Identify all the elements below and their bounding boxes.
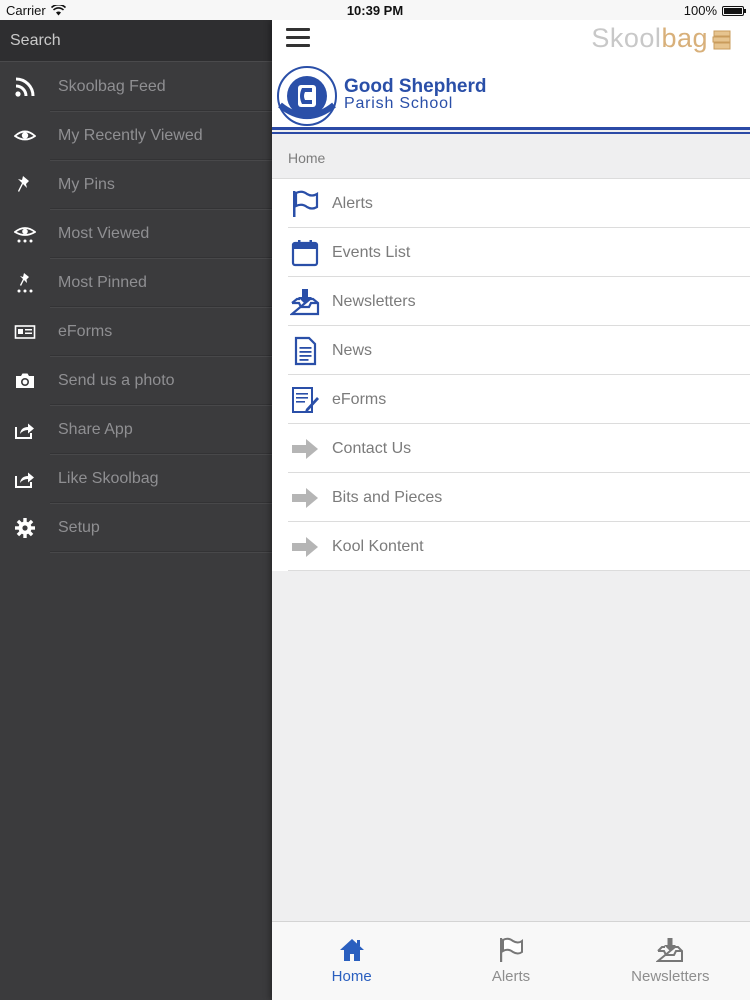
menu-item-label: Contact Us: [332, 439, 412, 457]
sidebar-item-most-pinned[interactable]: Most Pinned: [0, 258, 272, 307]
brand-logo: Skoolbag: [591, 23, 708, 54]
tab-newsletters[interactable]: Newsletters: [591, 922, 750, 1000]
menu-item-label: Events List: [332, 243, 411, 261]
breadcrumb: Home: [272, 139, 750, 178]
sidebar: Search Skoolbag Feed My Recently Viewed …: [0, 20, 272, 1000]
battery-fill: [724, 7, 742, 14]
calendar-icon: [288, 238, 322, 268]
menu-item-newsletters[interactable]: Newsletters: [272, 277, 750, 326]
menu-item-news[interactable]: News: [272, 326, 750, 375]
sidebar-item-label: Send us a photo: [58, 371, 175, 389]
pin-icon: [0, 174, 50, 196]
battery-percent: 100%: [683, 3, 717, 18]
flag-icon: [288, 189, 322, 219]
main-panel: Skoolbag Good Shepherd Parish School Hom…: [272, 20, 750, 1000]
inbox-download-icon: [288, 287, 322, 317]
sidebar-item-setup[interactable]: Setup: [0, 503, 272, 552]
camera-icon: [0, 370, 50, 392]
inbox-download-icon: [656, 938, 684, 962]
sidebar-item-label: My Recently Viewed: [58, 126, 203, 144]
menu-item-eforms[interactable]: eForms: [272, 375, 750, 424]
arrow-right-icon: [288, 532, 322, 562]
sidebar-item-label: Setup: [58, 518, 100, 536]
hamburger-menu-icon[interactable]: [286, 28, 310, 48]
menu-item-events-list[interactable]: Events List: [272, 228, 750, 277]
sidebar-item-eforms[interactable]: eForms: [0, 307, 272, 356]
tab-label: Newsletters: [631, 968, 710, 985]
status-right: 100%: [683, 3, 746, 18]
gear-icon: [0, 517, 50, 539]
school-crest-logo: [277, 66, 337, 126]
menu-item-label: Bits and Pieces: [332, 488, 443, 506]
rss-icon: [0, 76, 50, 98]
bottom-tab-bar: Home Alerts Newsletters: [272, 921, 750, 1000]
sidebar-item-share-app[interactable]: Share App: [0, 405, 272, 454]
eye-icon: [0, 125, 50, 147]
top-bar: Skoolbag: [272, 20, 750, 60]
menu-item-bits-and-pieces[interactable]: Bits and Pieces: [272, 473, 750, 522]
sidebar-item-label: Skoolbag Feed: [58, 77, 166, 95]
sidebar-item-label: eForms: [58, 322, 113, 340]
home-icon: [339, 939, 364, 961]
menu-item-label: Kool Kontent: [332, 537, 424, 555]
share-icon: [0, 419, 50, 441]
form-pen-icon: [288, 385, 322, 415]
sidebar-item-send-photo[interactable]: Send us a photo: [0, 356, 272, 405]
id-card-icon: [0, 321, 50, 343]
book-stack-icon: [712, 30, 731, 50]
sidebar-item-most-viewed[interactable]: Most Viewed: [0, 209, 272, 258]
tab-label: Home: [331, 968, 372, 985]
flag-icon: [499, 937, 523, 962]
sidebar-item-label: My Pins: [58, 175, 115, 193]
menu-item-alerts[interactable]: Alerts: [272, 179, 750, 228]
menu-list: Alerts Events List Newsletters News eFor: [272, 178, 750, 571]
arrow-right-icon: [288, 483, 322, 513]
status-time: 10:39 PM: [346, 3, 404, 18]
menu-item-contact-us[interactable]: Contact Us: [272, 424, 750, 473]
sidebar-search-input[interactable]: Search: [0, 20, 272, 62]
menu-item-label: News: [332, 341, 373, 359]
sidebar-item-skoolbag-feed[interactable]: Skoolbag Feed: [0, 62, 272, 111]
sidebar-item-label: Most Pinned: [58, 273, 147, 291]
tab-alerts[interactable]: Alerts: [431, 922, 590, 1000]
school-subtitle: Parish School: [344, 95, 454, 112]
tab-label: Alerts: [491, 968, 531, 985]
sidebar-item-label: Most Viewed: [58, 224, 150, 242]
battery-icon: [722, 5, 746, 16]
school-header: Good Shepherd Parish School: [272, 60, 750, 134]
tab-home[interactable]: Home: [272, 922, 431, 1000]
pin-dots-icon: [0, 272, 50, 294]
share-icon: [0, 468, 50, 490]
sidebar-item-label: Share App: [58, 420, 133, 438]
menu-item-kool-kontent[interactable]: Kool Kontent: [272, 522, 750, 571]
sidebar-item-label: Like Skoolbag: [58, 469, 159, 487]
menu-item-label: Alerts: [332, 194, 373, 212]
eye-dots-icon: [0, 223, 50, 245]
document-icon: [288, 336, 322, 366]
brand-prefix: Skool: [591, 23, 662, 53]
menu-item-label: Newsletters: [332, 292, 416, 310]
arrow-right-icon: [288, 434, 322, 464]
menu-item-label: eForms: [332, 390, 387, 408]
sidebar-item-like-skoolbag[interactable]: Like Skoolbag: [0, 454, 272, 503]
brand-suffix: bag: [661, 23, 708, 53]
sidebar-item-recently-viewed[interactable]: My Recently Viewed: [0, 111, 272, 160]
sidebar-item-my-pins[interactable]: My Pins: [0, 160, 272, 209]
status-bar: Carrier 10:39 PM 100%: [0, 0, 750, 20]
